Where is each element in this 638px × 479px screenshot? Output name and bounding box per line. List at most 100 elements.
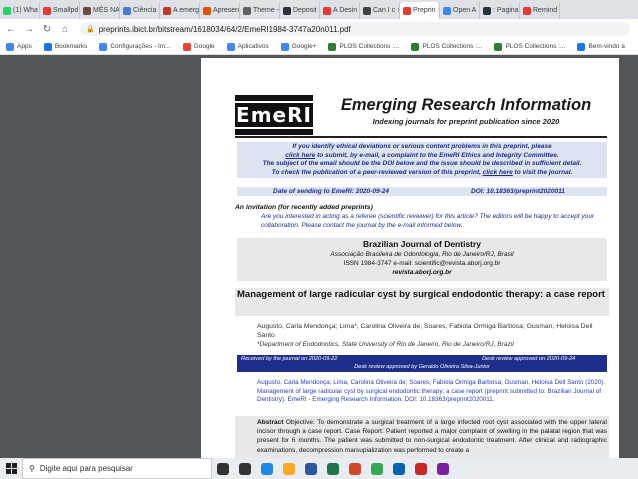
bookmark-item[interactable]: Bem-vindo a (571, 42, 631, 51)
mail-icon (415, 462, 427, 475)
word-button[interactable] (300, 458, 322, 479)
complaint-link[interactable]: click here (285, 152, 315, 159)
tab-label: Open A (453, 7, 477, 14)
bookmark-label: Bem-vindo a (588, 43, 625, 50)
bookmark-item[interactable]: Aplicativos (221, 42, 275, 51)
header-subtitle: Indexing journals for preprint publicati… (372, 117, 560, 126)
date-sent: Date of sending to EmeRI: 2020-09-24 (273, 188, 389, 195)
browser-tab[interactable]: Can I c✕ (360, 2, 400, 19)
onenote-button[interactable] (432, 458, 454, 479)
browser-tab[interactable]: A emerg✕ (160, 2, 200, 19)
edge-icon (261, 462, 273, 475)
bookmark-icon (99, 42, 108, 51)
tab-label: MÊS NA (93, 7, 120, 14)
ethics-notice: If you identify ethical deviations or se… (237, 142, 607, 179)
start-button[interactable] (0, 458, 22, 479)
header-title: Emerging Research Information (340, 96, 592, 114)
bookmark-item[interactable]: Bookmarks (38, 42, 94, 51)
chrome-icon (371, 462, 383, 475)
received-date: Received by the journal on 2020-09-22 (241, 356, 338, 362)
taskbar-apps (212, 458, 454, 479)
browser-tab[interactable]: Open A✕ (440, 2, 480, 19)
tab-label: Apresen (213, 7, 240, 14)
tab-favicon-icon (3, 6, 11, 15)
browser-tab[interactable]: MÊS NA✕ (80, 2, 120, 19)
file-explorer-icon (283, 462, 295, 475)
tab-favicon-icon (243, 6, 251, 15)
bookmark-icon (494, 42, 503, 51)
search-icon: ⚲ (29, 464, 35, 473)
browser-tab[interactable]: : Pagina✕ (480, 2, 520, 19)
journal-info: Brazilian Journal of Dentistry Associaçã… (237, 238, 607, 281)
notice-line-3: The subject of the email should be the D… (262, 160, 582, 168)
excel-icon (327, 462, 339, 475)
powerpoint-button[interactable] (344, 458, 366, 479)
back-button[interactable]: ← (4, 22, 18, 36)
tab-favicon-icon (43, 6, 51, 15)
tab-label: (1) Wha (13, 7, 38, 14)
task-view-button[interactable] (234, 458, 256, 479)
tab-favicon-icon (443, 6, 451, 15)
photos-button[interactable] (388, 458, 410, 479)
browser-tab[interactable]: Theme -✕ (240, 2, 280, 19)
desk-review-date: Desk review approved on 2020-09-24 (482, 356, 576, 362)
forward-button[interactable]: → (22, 22, 36, 36)
tab-close-icon[interactable]: ✕ (559, 7, 560, 14)
browser-tab[interactable]: Apresen✕ (200, 2, 240, 19)
article-title: Management of large radicular cyst by su… (235, 288, 609, 316)
word-icon (305, 462, 317, 475)
tab-favicon-icon (83, 6, 91, 15)
review-dates-bar: Received by the journal on 2020-09-22 De… (237, 355, 607, 372)
bookmark-icon (43, 42, 52, 51)
tab-favicon-icon (483, 6, 491, 15)
tab-favicon-icon (163, 6, 171, 15)
edge-button[interactable] (256, 458, 278, 479)
browser-toolbar: ← → ↻ ⌂ 🔒 preprints.ibict.br/bitstream/1… (0, 19, 638, 39)
doi-text: DOI: 10.18363/preprint2020011 (471, 188, 565, 195)
bookmark-label: Apps (17, 43, 32, 50)
bookmark-label: PLOS Collections :... (505, 43, 566, 50)
browser-tab[interactable]: A Desin✕ (320, 2, 360, 19)
pdf-viewer: EmeRI Emerging Research Information Inde… (0, 55, 638, 458)
article-authors: Augusto, Carla Mendonça; Lima*, Carolina… (257, 323, 593, 340)
bookmark-item[interactable]: Google+ (275, 42, 323, 51)
onenote-icon (437, 462, 449, 475)
lock-icon: 🔒 (86, 26, 95, 33)
bookmark-item[interactable]: PLOS Collections :... (488, 42, 571, 51)
bookmark-item[interactable]: Google (177, 42, 221, 51)
browser-tab[interactable]: Deposit✕ (280, 2, 320, 19)
bookmark-label: Google+ (291, 43, 317, 50)
home-button[interactable]: ⌂ (58, 22, 72, 36)
bookmarks-bar: Apps Bookmarks Configurações - Im... Google… (0, 39, 638, 55)
bookmark-item[interactable]: Apps (0, 42, 38, 51)
tab-label: Preprin (413, 7, 436, 14)
bookmark-item[interactable]: Configurações - Im... (93, 42, 176, 51)
browser-tab[interactable]: (1) Wha✕ (0, 2, 40, 19)
invitation-text: Are you interested in acting as a refere… (261, 213, 595, 229)
bookmark-label: PLOS Collections :... (422, 43, 483, 50)
browser-tab[interactable]: Ciência✕ (120, 2, 160, 19)
tab-label: Ciência (133, 7, 157, 14)
browser-tab[interactable]: Remind✕ (520, 2, 560, 19)
chrome-button[interactable] (366, 458, 388, 479)
cortana-button[interactable] (212, 458, 234, 479)
bookmark-icon (182, 42, 191, 51)
tab-favicon-icon (203, 6, 211, 15)
browser-tab[interactable]: Preprin✕ (400, 2, 440, 19)
taskbar-search[interactable]: ⚲ Digite aqui para pesquisar (22, 458, 212, 479)
bookmark-item[interactable]: PLOS Collections :... (322, 42, 405, 51)
journal-link[interactable]: click here (483, 169, 513, 176)
excel-button[interactable] (322, 458, 344, 479)
bookmark-label: Configurações - Im... (110, 43, 171, 50)
header-divider (235, 136, 607, 138)
search-placeholder: Digite aqui para pesquisar (39, 464, 133, 473)
reload-button[interactable]: ↻ (40, 22, 54, 36)
address-bar[interactable]: 🔒 preprints.ibict.br/bitstream/1618034/6… (80, 22, 630, 36)
bookmark-icon (6, 42, 14, 51)
tab-label: A Desin (333, 7, 358, 14)
bookmark-item[interactable]: PLOS Collections :... (405, 42, 488, 51)
tab-label: Deposit (293, 7, 317, 14)
browser-tab[interactable]: Smallpd✕ (40, 2, 80, 19)
file-explorer-button[interactable] (278, 458, 300, 479)
mail-button[interactable] (410, 458, 432, 479)
